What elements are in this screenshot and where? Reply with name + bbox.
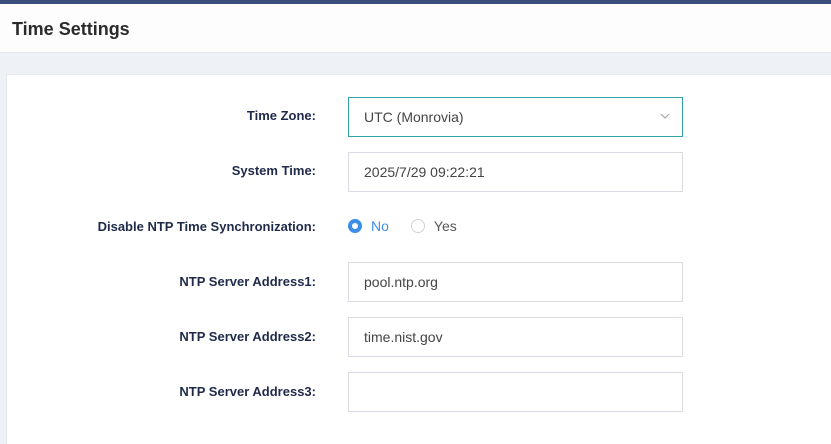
time-zone-value: UTC (Monrovia): [364, 109, 464, 125]
ntp-server1-input[interactable]: [348, 262, 683, 302]
system-time-label: System Time:: [231, 163, 316, 178]
page-title: Time Settings: [12, 19, 130, 39]
disable-ntp-label: Disable NTP Time Synchronization:: [97, 219, 316, 234]
system-time-input[interactable]: [348, 152, 683, 192]
radio-checked-icon: [348, 219, 362, 233]
disable-ntp-option-no[interactable]: No: [348, 218, 389, 234]
disable-ntp-radio-group: No Yes: [348, 218, 479, 234]
time-zone-label: Time Zone:: [246, 108, 316, 123]
radio-unchecked-icon: [410, 219, 425, 233]
ntp-server3-label: NTP Server Address3:: [179, 384, 316, 399]
page-header: Time Settings: [0, 4, 831, 53]
ntp-server1-label: NTP Server Address1:: [179, 274, 316, 289]
chevron-down-icon: [660, 113, 670, 119]
disable-ntp-option-yes[interactable]: Yes: [410, 218, 457, 234]
ntp-server2-input[interactable]: [348, 317, 683, 357]
time-settings-form: Time Zone: UTC (Monrovia) System Time: D…: [6, 74, 831, 444]
ntp-server2-label: NTP Server Address2:: [179, 329, 316, 344]
disable-ntp-yes-label: Yes: [433, 218, 457, 234]
time-zone-select[interactable]: UTC (Monrovia): [348, 97, 683, 137]
ntp-server3-input[interactable]: [348, 372, 683, 412]
disable-ntp-no-label: No: [371, 218, 389, 234]
